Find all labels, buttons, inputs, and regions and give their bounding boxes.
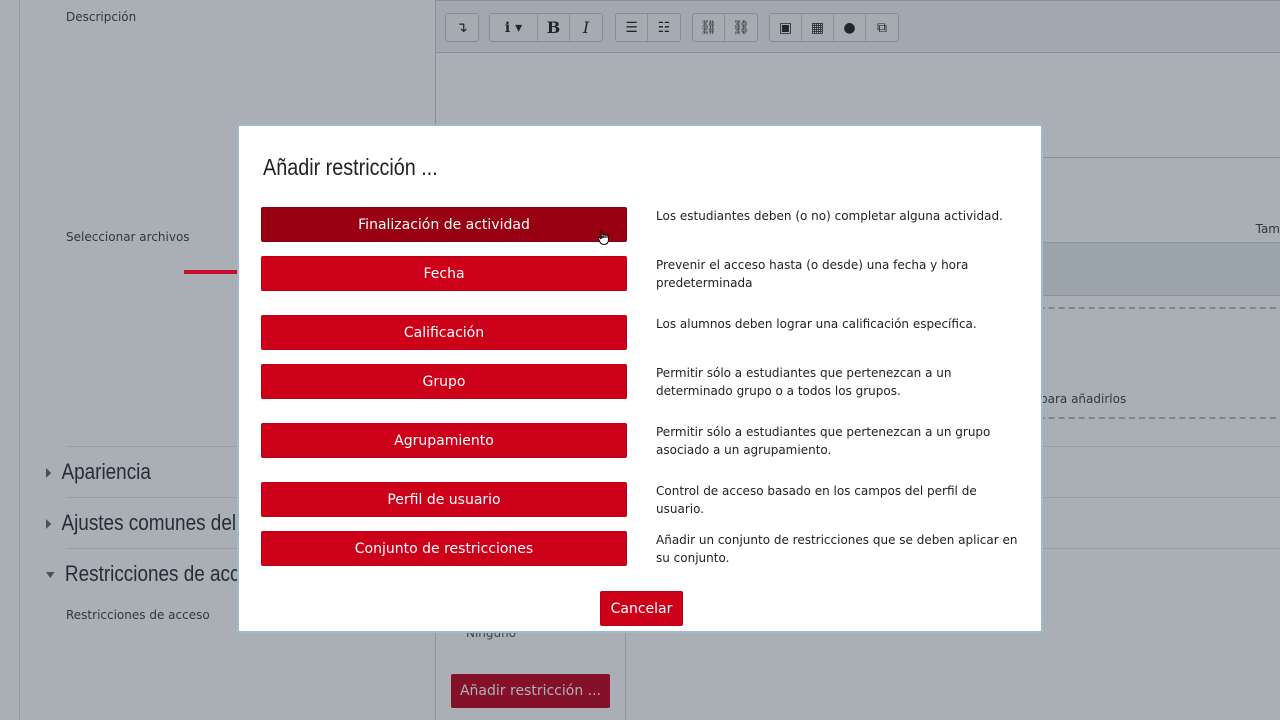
- option-restriction-set-button[interactable]: Conjunto de restricciones: [261, 531, 627, 566]
- option-group-button[interactable]: Grupo: [261, 364, 627, 399]
- option-grade-button[interactable]: Calificación: [261, 315, 627, 350]
- option-user-profile-button[interactable]: Perfil de usuario: [261, 482, 627, 517]
- option-grouping-description: Permitir sólo a estudiantes que pertenez…: [656, 425, 991, 457]
- add-restriction-dialog: Añadir restricción ... Finalización de a…: [237, 124, 1043, 633]
- option-grade-description: Los alumnos deben lograr una calificació…: [656, 317, 977, 331]
- option-date-button[interactable]: Fecha: [261, 256, 627, 291]
- hand-cursor-icon: [597, 229, 610, 246]
- option-user-profile-description: Control de acceso basado en los campos d…: [656, 484, 977, 516]
- dialog-title: Añadir restricción ...: [263, 154, 438, 180]
- option-activity-completion-description: Los estudiantes deben (o no) completar a…: [656, 209, 1003, 223]
- option-group-description: Permitir sólo a estudiantes que pertenez…: [656, 366, 952, 398]
- option-grouping-button[interactable]: Agrupamiento: [261, 423, 627, 458]
- option-activity-completion-button[interactable]: Finalización de actividad: [261, 207, 627, 242]
- cancel-button[interactable]: Cancelar: [600, 591, 683, 626]
- option-date-description: Prevenir el acceso hasta (o desde) una f…: [656, 258, 969, 290]
- option-restriction-set-description: Añadir un conjunto de restricciones que …: [656, 533, 1018, 565]
